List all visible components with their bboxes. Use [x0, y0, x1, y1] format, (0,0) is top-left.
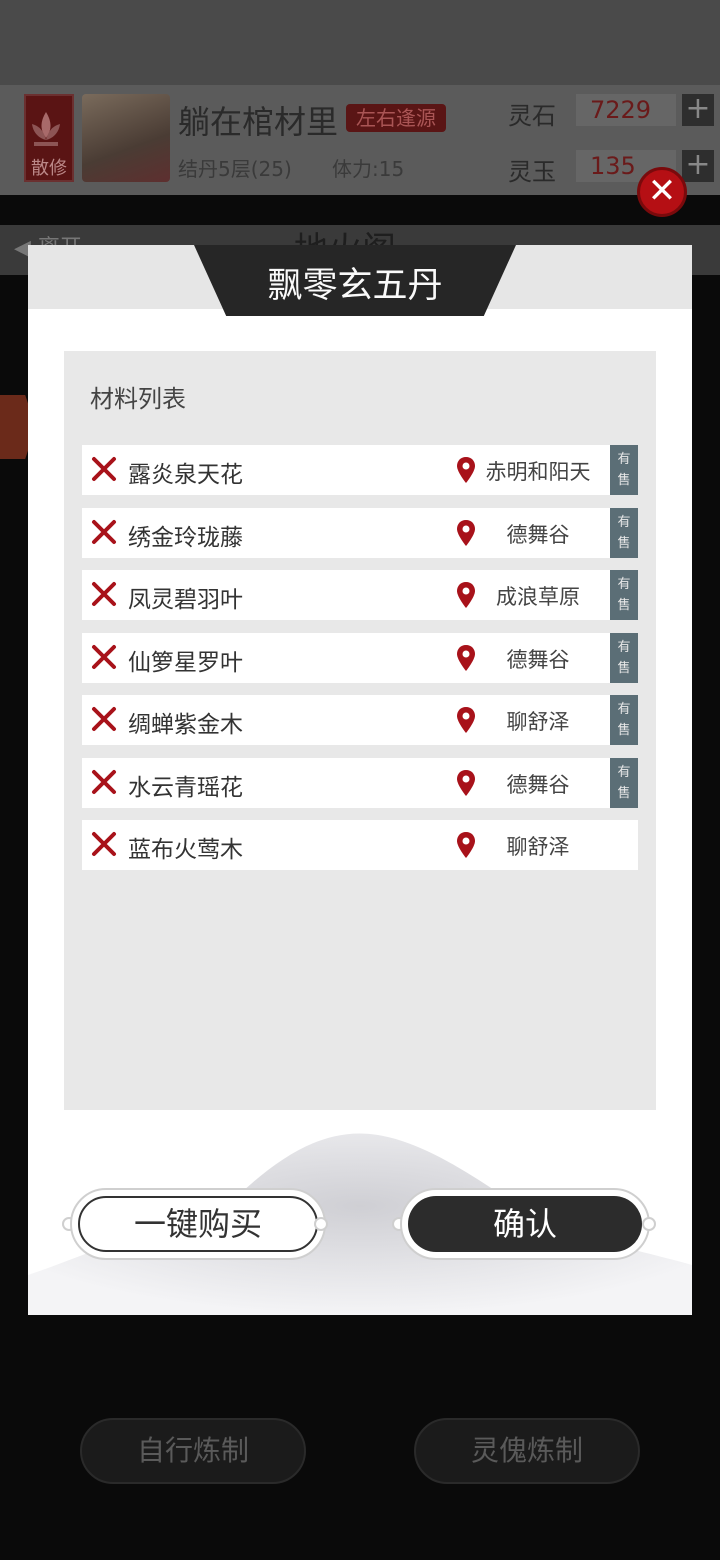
pin-icon[interactable]: [456, 832, 476, 858]
pin-icon[interactable]: [456, 707, 476, 733]
for-sale-label: 有售: [617, 764, 631, 801]
for-sale-label: 有售: [617, 514, 631, 551]
for-sale-label: 有售: [617, 577, 631, 613]
list-item[interactable]: 凤灵碧羽叶 成浪草原 有售: [82, 570, 638, 620]
sect-badge: 散修: [24, 94, 74, 182]
material-location[interactable]: 聊舒泽: [478, 706, 598, 736]
realm-level: 结丹5层(25): [178, 157, 292, 181]
x-icon: [92, 582, 116, 606]
add-spirit-stone-button[interactable]: +: [682, 94, 714, 126]
material-location[interactable]: 聊舒泽: [478, 831, 598, 861]
material-panel: 材料列表 露炎泉天花 赤明和阳天 有售 绣金玲珑藤 德舞谷 有售 凤灵碧羽叶 成浪草原 有售 仙箩…: [64, 351, 656, 1110]
pin-icon[interactable]: [456, 582, 476, 608]
for-sale-tag[interactable]: 有售: [610, 632, 638, 683]
list-item[interactable]: 水云青瑶花 德舞谷 有售: [82, 757, 638, 808]
material-name: 凤灵碧羽叶: [128, 587, 243, 613]
spirit-stone-label: 灵石: [508, 102, 556, 130]
stamina: 体力:15: [332, 157, 405, 181]
lotus-icon: [32, 112, 60, 146]
list-item[interactable]: 露炎泉天花 赤明和阳天 有售: [82, 445, 638, 495]
player-name: 躺在棺材里: [178, 103, 339, 141]
for-sale-tag[interactable]: 有售: [610, 507, 638, 558]
spirit-jade-label: 灵玉: [508, 158, 556, 186]
add-spirit-jade-button[interactable]: +: [682, 150, 714, 182]
for-sale-label: 有售: [617, 639, 631, 676]
self-refine-button[interactable]: 自行炼制: [80, 1418, 306, 1484]
recipe-dialog: 飘零玄五丹 材料列表 露炎泉天花 赤明和阳天 有售 绣金玲珑藤 德舞谷 有售 凤灵碧羽叶 成浪…: [28, 245, 692, 1315]
material-list: 露炎泉天花 赤明和阳天 有售 绣金玲珑藤 德舞谷 有售 凤灵碧羽叶 成浪草原 有售 仙箩星罗叶 德舞…: [82, 445, 638, 883]
material-name: 水云青瑶花: [128, 774, 243, 801]
material-name: 绸蝉紫金木: [128, 712, 243, 738]
list-item[interactable]: 仙箩星罗叶 德舞谷 有售: [82, 632, 638, 683]
material-location[interactable]: 德舞谷: [478, 644, 598, 674]
material-location[interactable]: 赤明和阳天: [478, 456, 598, 486]
close-icon: ✕: [647, 171, 677, 211]
material-name: 露炎泉天花: [128, 462, 243, 488]
avatar: [82, 94, 170, 182]
x-icon: [92, 457, 116, 481]
for-sale-tag[interactable]: 有售: [610, 570, 638, 620]
pin-icon[interactable]: [456, 519, 476, 546]
panel-title: 材料列表: [90, 385, 186, 413]
x-icon: [92, 832, 116, 856]
confirm-label: 确认: [408, 1196, 642, 1252]
button-ornament: [642, 1217, 656, 1231]
for-sale-label: 有售: [617, 702, 631, 738]
buy-all-label: 一键购买: [78, 1196, 318, 1252]
spirit-stone-value: 7229: [576, 94, 676, 126]
pin-icon[interactable]: [456, 457, 476, 483]
x-icon: [92, 769, 116, 794]
x-icon: [92, 644, 116, 669]
for-sale-tag[interactable]: 有售: [610, 757, 638, 808]
x-icon: [92, 707, 116, 731]
pin-icon[interactable]: [456, 769, 476, 796]
x-icon: [92, 519, 116, 544]
list-item[interactable]: 蓝布火莺木 聊舒泽: [82, 820, 638, 870]
button-ornament: [314, 1217, 328, 1231]
status-area: [0, 0, 720, 85]
confirm-button[interactable]: 确认: [400, 1188, 650, 1260]
sect-badge-label: 散修: [31, 158, 67, 179]
for-sale-label: 有售: [617, 452, 631, 488]
material-name: 绣金玲珑藤: [128, 524, 243, 551]
material-location[interactable]: 德舞谷: [478, 519, 598, 549]
material-name: 蓝布火莺木: [128, 837, 243, 863]
puppet-refine-button[interactable]: 灵傀炼制: [414, 1418, 640, 1484]
for-sale-tag[interactable]: 有售: [610, 695, 638, 745]
pin-icon[interactable]: [456, 644, 476, 671]
list-item[interactable]: 绸蝉紫金木 聊舒泽 有售: [82, 695, 638, 745]
dialog-title: 飘零玄五丹: [267, 266, 443, 306]
material-location[interactable]: 德舞谷: [478, 769, 598, 799]
for-sale-tag[interactable]: 有售: [610, 445, 638, 495]
material-location[interactable]: 成浪草原: [478, 581, 598, 611]
close-button[interactable]: ✕: [637, 167, 687, 217]
buy-all-button[interactable]: 一键购买: [70, 1188, 326, 1260]
list-item[interactable]: 绣金玲珑藤 德舞谷 有售: [82, 507, 638, 558]
player-title-badge: 左右逢源: [346, 104, 446, 132]
material-name: 仙箩星罗叶: [128, 649, 243, 676]
